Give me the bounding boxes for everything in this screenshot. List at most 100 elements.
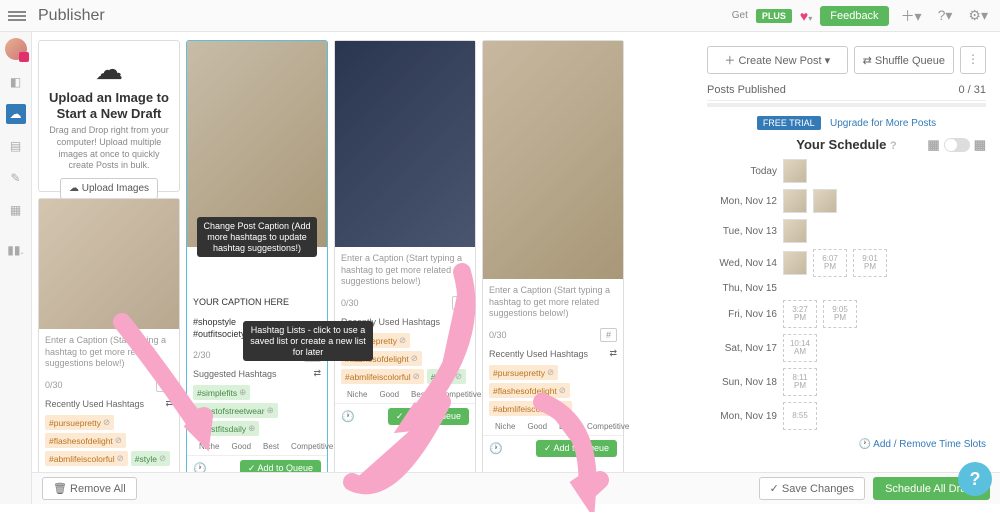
hashtag-list-button[interactable]: #	[156, 378, 173, 392]
draft-image-3[interactable]	[335, 41, 475, 247]
shuffle-queue-button[interactable]: ⇄ Shuffle Queue	[854, 46, 954, 74]
draft-image-4[interactable]	[483, 41, 623, 279]
schedule-thumb[interactable]	[783, 219, 807, 243]
right-panel: ＋ Create New Post ▾ ⇄ Shuffle Queue ⋮ Po…	[699, 40, 994, 496]
publisher-icon[interactable]: ☁	[6, 104, 26, 124]
create-new-post-button[interactable]: ＋ Create New Post ▾	[707, 46, 848, 74]
clock-icon[interactable]: 🕐	[489, 442, 503, 455]
schedule-slot[interactable]: 3:27PM	[783, 300, 817, 328]
plus-badge[interactable]: PLUS	[756, 9, 792, 23]
hashtag[interactable]: #simplefits ⊕	[193, 385, 250, 400]
hashtag[interactable]: #abmlifeiscolorful ⊘	[341, 369, 424, 384]
hashtag-lists-tooltip: Hashtag Lists - click to use a saved lis…	[243, 321, 373, 361]
feedback-button[interactable]: Feedback	[820, 6, 888, 26]
suggested-hashtags-label: Suggested Hashtags	[193, 369, 277, 379]
cloud-upload-icon: ☁	[95, 53, 123, 86]
add-to-queue-button[interactable]: ✓ Add to Queue	[536, 440, 617, 457]
upload-card: ☁ Upload an Image to Start a New Draft D…	[38, 40, 180, 192]
add-to-queue-button[interactable]: ✓ Add to Queue	[388, 408, 469, 425]
hashtag-counter: 0/30	[489, 330, 507, 340]
schedule-row: Sat, Nov 1710:14AM	[707, 331, 986, 365]
hashtag[interactable]: #abmlifeiscolorful ⊘	[45, 451, 128, 466]
media-icon[interactable]: ▤	[6, 136, 26, 156]
shuffle-icon[interactable]: ⇄	[165, 398, 173, 409]
dashboard-icon[interactable]: ◧	[6, 72, 26, 92]
schedule-list: TodayMon, Nov 12Tue, Nov 13Wed, Nov 146:…	[707, 156, 986, 433]
upload-images-button[interactable]: ☁ Upload Images	[60, 178, 158, 199]
schedule-thumb[interactable]	[783, 251, 807, 275]
caption-placeholder-1[interactable]: Enter a Caption (Start typing a hashtag …	[39, 329, 179, 376]
left-sidebar: ◧ ☁ ▤ ✎ ▦ ▮▮.	[0, 32, 32, 504]
schedule-day-label: Wed, Nov 14	[707, 258, 777, 269]
add-icon[interactable]: ＋▾	[897, 6, 926, 26]
hashtag[interactable]: #bestofstreetwear ⊕	[193, 403, 278, 418]
schedule-thumb[interactable]	[783, 159, 807, 183]
view-toggle[interactable]	[944, 138, 970, 152]
captions-icon[interactable]: ✎	[6, 168, 26, 188]
help-chat-button[interactable]: ?	[958, 462, 992, 496]
caption-input[interactable]	[187, 293, 327, 311]
hashtag-list-button[interactable]: #	[452, 296, 469, 310]
legend: NicheGoodBestCompetitive	[335, 386, 475, 403]
draft-card-3: Enter a Caption (Start typing a hashtag …	[334, 40, 476, 496]
hashtag[interactable]: #flashesofdelight ⊘	[45, 433, 126, 448]
schedule-row: Wed, Nov 14 6:07PM9:01PM	[707, 246, 986, 280]
schedule-row: Mon, Nov 19 8:55	[707, 399, 986, 433]
remove-all-button[interactable]: 🗑 Remove All	[42, 477, 137, 500]
menu-icon[interactable]	[8, 9, 26, 23]
schedule-row: Sun, Nov 18 8:11PM	[707, 365, 986, 399]
calendar-view-icon[interactable]: ▦	[927, 137, 939, 153]
draft-card-4: Enter a Caption (Start typing a hashtag …	[482, 40, 624, 496]
schedule-thumb[interactable]	[783, 189, 807, 213]
hashtag[interactable]: #pursuepretty ⊘	[489, 365, 558, 380]
shuffle-icon[interactable]: ⇄	[461, 316, 469, 327]
add-remove-time-slots[interactable]: 🕐 Add / Remove Time Slots	[707, 439, 986, 450]
save-changes-button[interactable]: ✓ Save Changes	[759, 477, 865, 500]
hashtag[interactable]: #bestfitsdaily ⊕	[193, 421, 259, 436]
draft-image-1[interactable]	[39, 199, 179, 329]
analytics-icon[interactable]: ▮▮.	[6, 240, 26, 260]
schedule-slot[interactable]: 9:05PM	[823, 300, 857, 328]
hashtag[interactable]: #abmlifeiscolorful ⊘	[489, 401, 572, 416]
draft-card-2: Change Post Caption (Add more hashtags t…	[186, 40, 328, 496]
caption-placeholder-4[interactable]: Enter a Caption (Start typing a hashtag …	[483, 279, 623, 326]
schedule-slot[interactable]: 10:14AM	[783, 334, 817, 362]
caption-tooltip: Change Post Caption (Add more hashtags t…	[197, 217, 317, 257]
topbar: Publisher Get PLUS ♥▾ Feedback ＋▾ ?▾ ⚙▾	[0, 0, 1000, 32]
upload-desc: Drag and Drop right from your computer! …	[47, 125, 171, 172]
hashtag[interactable]: #pursuepretty ⊘	[45, 415, 114, 430]
help-icon[interactable]: ?▾	[934, 7, 957, 24]
tags-4: #pursuepretty ⊘ #flashesofdelight ⊘ #abm…	[483, 363, 623, 418]
schedule-row: Today	[707, 156, 986, 186]
schedule-slot[interactable]: 8:55	[783, 402, 817, 430]
account-avatar[interactable]	[5, 38, 27, 60]
hashtag-counter: 2/30	[193, 350, 211, 360]
heart-icon[interactable]: ♥▾	[800, 8, 812, 24]
schedule-day-label: Sun, Nov 18	[707, 377, 777, 388]
schedule-row: Thu, Nov 15	[707, 280, 986, 297]
hashtag-list-button[interactable]: #	[600, 328, 617, 342]
caption-placeholder-3[interactable]: Enter a Caption (Start typing a hashtag …	[335, 247, 475, 294]
tags-1: #pursuepretty ⊘ #flashesofdelight ⊘ #abm…	[39, 413, 179, 468]
schedule-slot[interactable]: 8:11PM	[783, 368, 817, 396]
help-circle-icon[interactable]: ?	[890, 140, 897, 152]
schedule-day-label: Mon, Nov 19	[707, 411, 777, 422]
schedule-thumb[interactable]	[813, 189, 837, 213]
hashtag[interactable]: #style ⊘	[131, 451, 170, 466]
clock-icon: 🕐	[858, 439, 870, 450]
instagram-badge-icon	[19, 52, 29, 62]
clock-icon[interactable]: 🕐	[341, 410, 355, 423]
shuffle-icon[interactable]: ⇄	[313, 368, 321, 379]
legend: NicheGoodBestCompetitive	[483, 418, 623, 435]
schedule-slot[interactable]: 9:01PM	[853, 249, 887, 277]
grid-view-icon[interactable]: ▦	[974, 137, 986, 153]
calendar-icon[interactable]: ▦	[6, 200, 26, 220]
settings-icon[interactable]: ⚙▾	[964, 7, 992, 24]
hashtag[interactable]: #style ⊘	[427, 369, 466, 384]
draft-card-1: Enter a Caption (Start typing a hashtag …	[38, 198, 180, 486]
schedule-slot[interactable]: 6:07PM	[813, 249, 847, 277]
more-options-button[interactable]: ⋮	[960, 46, 986, 74]
hashtag[interactable]: #flashesofdelight ⊘	[489, 383, 570, 398]
upgrade-link[interactable]: Upgrade for More Posts	[830, 118, 936, 129]
shuffle-icon[interactable]: ⇄	[609, 348, 617, 359]
